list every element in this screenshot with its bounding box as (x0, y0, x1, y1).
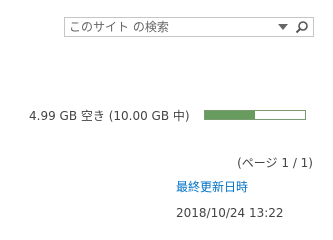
page-indicator: (ページ 1 / 1) (237, 156, 313, 170)
search-icon[interactable] (294, 19, 310, 35)
search-input[interactable]: このサイト の検索 (69, 19, 169, 35)
search-box[interactable]: このサイト の検索 (64, 17, 314, 37)
chevron-down-icon[interactable] (276, 20, 290, 34)
storage-usage-text: 4.99 GB 空き (10.00 GB 中) (29, 109, 190, 123)
last-modified-date: 2018/10/24 13:22 (176, 206, 284, 220)
storage-usage-fill (205, 111, 255, 119)
last-modified-link[interactable]: 最終更新日時 (176, 179, 248, 195)
storage-usage-bar (204, 110, 306, 120)
